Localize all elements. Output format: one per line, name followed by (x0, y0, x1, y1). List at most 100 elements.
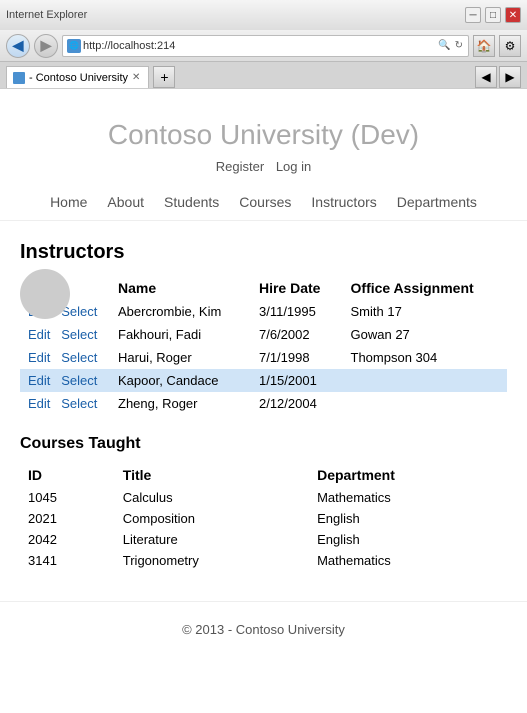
table-row: Edit Select Harui, Roger 7/1/1998 Thomps… (20, 346, 507, 369)
row-office-cell: Gowan 27 (343, 323, 507, 346)
tab-close-button[interactable]: ✕ (132, 72, 140, 83)
row-hire-date-cell: 2/12/2004 (251, 392, 343, 415)
edit-link-2[interactable]: Edit (28, 350, 50, 365)
page-content: Contoso University (Dev) Register Log in… (0, 89, 527, 669)
nav-about[interactable]: About (107, 194, 144, 210)
home-button[interactable]: 🏠 (473, 35, 495, 57)
footer-text: © 2013 - Contoso University (182, 622, 345, 637)
row-name-cell: Kapoor, Candace (110, 369, 251, 392)
refresh-icon[interactable]: ↻ (454, 40, 464, 51)
course-title-cell: Trigonometry (115, 550, 309, 571)
course-id-cell: 1045 (20, 487, 115, 508)
nav-departments[interactable]: Departments (397, 194, 477, 210)
courses-section: Courses Taught ID Title Department 1045 … (20, 435, 507, 571)
courses-row: 2021 Composition English (20, 508, 507, 529)
address-bar-icons: 🔍 ↻ (437, 40, 464, 51)
tab-bar: - Contoso University ✕ + ◀ ▶ (0, 62, 527, 88)
tab-forward-icon[interactable]: ▶ (499, 66, 521, 88)
edit-link-4[interactable]: Edit (28, 396, 50, 411)
tools-button[interactable]: ⚙ (499, 35, 521, 57)
address-bar[interactable]: 🌐 http://localhost:214 🔍 ↻ (62, 35, 469, 57)
login-link[interactable]: Log in (276, 159, 311, 174)
site-header: Contoso University (Dev) Register Log in (0, 89, 527, 184)
main-nav: Home About Students Courses Instructors … (0, 184, 527, 221)
course-title-cell: Calculus (115, 487, 309, 508)
row-office-cell: Thompson 304 (343, 346, 507, 369)
col-name: Name (110, 276, 251, 300)
tab-label: - Contoso University (29, 72, 128, 84)
page-heading: Instructors (20, 241, 507, 264)
row-actions-cell: Edit Select (20, 346, 110, 369)
table-row: Edit Select Abercrombie, Kim 3/11/1995 S… (20, 300, 507, 323)
auth-links: Register Log in (20, 159, 507, 174)
title-bar: Internet Explorer ─ □ ✕ (0, 0, 527, 30)
row-actions-cell: Edit Select (20, 369, 110, 392)
courses-row: 1045 Calculus Mathematics (20, 487, 507, 508)
edit-link-1[interactable]: Edit (28, 327, 50, 342)
nav-courses[interactable]: Courses (239, 194, 291, 210)
courses-header-row: ID Title Department (20, 463, 507, 487)
courses-col-id: ID (20, 463, 115, 487)
row-name-cell: Fakhouri, Fadi (110, 323, 251, 346)
site-title: Contoso University (Dev) (20, 119, 507, 151)
select-link-2[interactable]: Select (61, 350, 97, 365)
nav-students[interactable]: Students (164, 194, 219, 210)
row-name-cell: Zheng, Roger (110, 392, 251, 415)
browser-chrome: Internet Explorer ─ □ ✕ ◀ ▶ 🌐 http://loc… (0, 0, 527, 89)
row-actions-cell: Edit Select (20, 392, 110, 415)
row-hire-date-cell: 3/11/1995 (251, 300, 343, 323)
nav-arrows: ◀ ▶ (475, 66, 521, 88)
table-header-row: Name Hire Date Office Assignment (20, 276, 507, 300)
courses-row: 3141 Trigonometry Mathematics (20, 550, 507, 571)
forward-button[interactable]: ▶ (34, 34, 58, 58)
window-title: Internet Explorer (6, 9, 461, 21)
courses-row: 2042 Literature English (20, 529, 507, 550)
nav-bar: ◀ ▶ 🌐 http://localhost:214 🔍 ↻ 🏠 ⚙ (0, 30, 527, 62)
courses-col-title: Title (115, 463, 309, 487)
courses-col-department: Department (309, 463, 507, 487)
maximize-button[interactable]: □ (485, 7, 501, 23)
row-hire-date-cell: 1/15/2001 (251, 369, 343, 392)
address-text: http://localhost:214 (83, 40, 435, 52)
course-title-cell: Literature (115, 529, 309, 550)
select-link-3[interactable]: Select (61, 373, 97, 388)
course-id-cell: 2042 (20, 529, 115, 550)
row-name-cell: Harui, Roger (110, 346, 251, 369)
back-button[interactable]: ◀ (6, 34, 30, 58)
new-tab-button[interactable]: + (153, 66, 175, 88)
main-content: Instructors Name Hire Date Office Assign… (0, 231, 527, 581)
close-button[interactable]: ✕ (505, 7, 521, 23)
row-office-cell (343, 392, 507, 415)
avatar (20, 269, 70, 319)
register-link[interactable]: Register (216, 159, 264, 174)
minimize-button[interactable]: ─ (465, 7, 481, 23)
course-id-cell: 3141 (20, 550, 115, 571)
tab-back-icon[interactable]: ◀ (475, 66, 497, 88)
table-row: Edit Select Fakhouri, Fadi 7/6/2002 Gowa… (20, 323, 507, 346)
address-bar-icon: 🌐 (67, 39, 81, 53)
row-office-cell: Smith 17 (343, 300, 507, 323)
course-dept-cell: Mathematics (309, 550, 507, 571)
tab-favicon (13, 72, 25, 84)
course-dept-cell: Mathematics (309, 487, 507, 508)
courses-heading: Courses Taught (20, 435, 507, 453)
site-footer: © 2013 - Contoso University (0, 601, 527, 657)
browser-tab[interactable]: - Contoso University ✕ (6, 66, 149, 88)
nav-home[interactable]: Home (50, 194, 87, 210)
course-dept-cell: English (309, 529, 507, 550)
row-office-cell (343, 369, 507, 392)
course-id-cell: 2021 (20, 508, 115, 529)
nav-instructors[interactable]: Instructors (311, 194, 376, 210)
select-link-1[interactable]: Select (61, 327, 97, 342)
table-row: Edit Select Zheng, Roger 2/12/2004 (20, 392, 507, 415)
col-hire-date: Hire Date (251, 276, 343, 300)
col-office: Office Assignment (343, 276, 507, 300)
course-dept-cell: English (309, 508, 507, 529)
search-icon[interactable]: 🔍 (437, 40, 451, 51)
row-hire-date-cell: 7/6/2002 (251, 323, 343, 346)
edit-link-3[interactable]: Edit (28, 373, 50, 388)
row-hire-date-cell: 7/1/1998 (251, 346, 343, 369)
courses-table: ID Title Department 1045 Calculus Mathem… (20, 463, 507, 571)
table-row: Edit Select Kapoor, Candace 1/15/2001 (20, 369, 507, 392)
select-link-4[interactable]: Select (61, 396, 97, 411)
